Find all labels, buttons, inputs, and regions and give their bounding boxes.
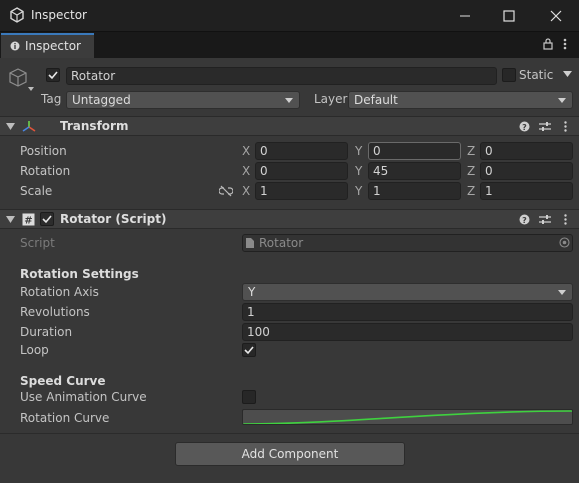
rotation-axis-label: Rotation Axis (20, 285, 99, 299)
axis-z-label: Z (467, 144, 476, 158)
axis-x-label: X (242, 164, 251, 178)
transform-title: Transform (60, 119, 129, 133)
tab-menu-icon[interactable] (562, 38, 568, 50)
rotation-curve-label: Rotation Curve (20, 411, 110, 425)
object-name-input[interactable]: Rotator (66, 67, 497, 85)
scale-label: Scale (20, 184, 53, 198)
close-button[interactable] (541, 4, 571, 28)
svg-text:?: ? (522, 123, 527, 132)
checkmark-icon (244, 346, 254, 355)
window-titlebar: Inspector (0, 0, 579, 32)
foldout-arrow-icon[interactable] (6, 123, 15, 130)
position-z-input[interactable]: 0 (480, 142, 573, 160)
lock-icon[interactable] (543, 38, 553, 50)
transform-axes-icon (22, 121, 36, 132)
chevron-down-icon (558, 98, 566, 103)
axis-y-label: Y (355, 144, 363, 158)
loop-label: Loop (20, 343, 49, 357)
component-menu-icon[interactable] (563, 214, 568, 226)
window-title: Inspector (31, 8, 87, 22)
curve-preview (243, 410, 572, 424)
rotation-z-input[interactable]: 0 (480, 162, 573, 180)
script-asset-icon (246, 238, 254, 248)
script-value: Rotator (259, 236, 304, 250)
chevron-down-icon (558, 290, 566, 295)
position-y-input[interactable]: 0 (368, 142, 461, 160)
static-dropdown-icon[interactable] (563, 71, 572, 77)
use-animation-curve-checkbox[interactable] (242, 390, 256, 404)
minimize-icon (460, 15, 470, 17)
axis-x-label: X (242, 144, 251, 158)
position-x-input[interactable]: 0 (255, 142, 348, 160)
rotator-script-title: Rotator (Script) (60, 212, 167, 226)
tag-value: Untagged (72, 93, 131, 107)
speed-curve-header: Speed Curve (20, 374, 106, 388)
tab-inspector[interactable]: Inspector (1, 33, 94, 58)
presets-icon[interactable] (539, 214, 551, 225)
checkmark-icon (42, 215, 52, 224)
chevron-down-icon (285, 98, 293, 103)
rotation-x-input[interactable]: 0 (255, 162, 348, 180)
svg-text:#: # (24, 216, 32, 227)
rotation-y-input[interactable]: 45 (368, 162, 461, 180)
component-menu-icon[interactable] (563, 121, 568, 133)
svg-text:?: ? (522, 216, 527, 225)
script-enabled-checkbox[interactable] (40, 212, 54, 226)
transform-header[interactable]: Transform ? (0, 116, 579, 136)
presets-icon[interactable] (539, 121, 551, 132)
help-icon[interactable]: ? (519, 214, 530, 225)
use-animation-curve-label: Use Animation Curve (20, 390, 147, 404)
gameobject-cube-icon[interactable] (7, 66, 37, 94)
minimize-button[interactable] (450, 4, 480, 28)
tag-dropdown[interactable]: Untagged (66, 91, 300, 109)
duration-label: Duration (20, 325, 73, 339)
loop-checkbox[interactable] (242, 343, 256, 357)
info-icon (10, 41, 20, 51)
scale-y-input[interactable]: 1 (368, 182, 461, 200)
maximize-icon (503, 10, 515, 22)
revolutions-label: Revolutions (20, 305, 90, 319)
close-icon (550, 10, 562, 22)
duration-input[interactable]: 100 (242, 323, 573, 341)
unity-logo-icon (10, 7, 24, 23)
script-label: Script (20, 236, 55, 250)
active-checkbox[interactable] (46, 68, 60, 82)
axis-y-label: Y (355, 184, 363, 198)
rotator-script-header[interactable]: # Rotator (Script) ? (0, 209, 579, 229)
layer-label: Layer (314, 92, 348, 106)
rotation-label: Rotation (20, 164, 71, 178)
layer-dropdown[interactable]: Default (348, 91, 573, 109)
rotation-settings-header: Rotation Settings (20, 267, 139, 281)
tab-inspector-label: Inspector (25, 39, 81, 53)
add-component-button[interactable]: Add Component (175, 442, 405, 466)
script-object-field: Rotator (242, 234, 573, 252)
position-label: Position (20, 144, 67, 158)
rotation-curve-field[interactable] (242, 409, 573, 425)
static-checkbox[interactable] (502, 68, 516, 82)
script-file-icon: # (22, 213, 35, 226)
scale-x-input[interactable]: 1 (255, 182, 348, 200)
layer-value: Default (354, 93, 398, 107)
tag-label: Tag (41, 92, 62, 106)
axis-x-label: X (242, 184, 251, 198)
divider (0, 433, 579, 434)
object-picker-icon[interactable] (559, 237, 570, 248)
unlinked-chain-icon[interactable] (219, 185, 233, 197)
axis-y-label: Y (355, 164, 363, 178)
checkmark-icon (48, 71, 58, 80)
maximize-button[interactable] (494, 4, 524, 28)
help-icon[interactable]: ? (519, 121, 530, 132)
axis-z-label: Z (467, 164, 476, 178)
axis-z-label: Z (467, 184, 476, 198)
scale-z-input[interactable]: 1 (480, 182, 573, 200)
static-label: Static (519, 68, 554, 82)
rotation-axis-dropdown[interactable]: Y (242, 283, 573, 301)
rotation-axis-value: Y (248, 285, 256, 299)
revolutions-input[interactable]: 1 (242, 303, 573, 321)
foldout-arrow-icon[interactable] (6, 216, 15, 223)
